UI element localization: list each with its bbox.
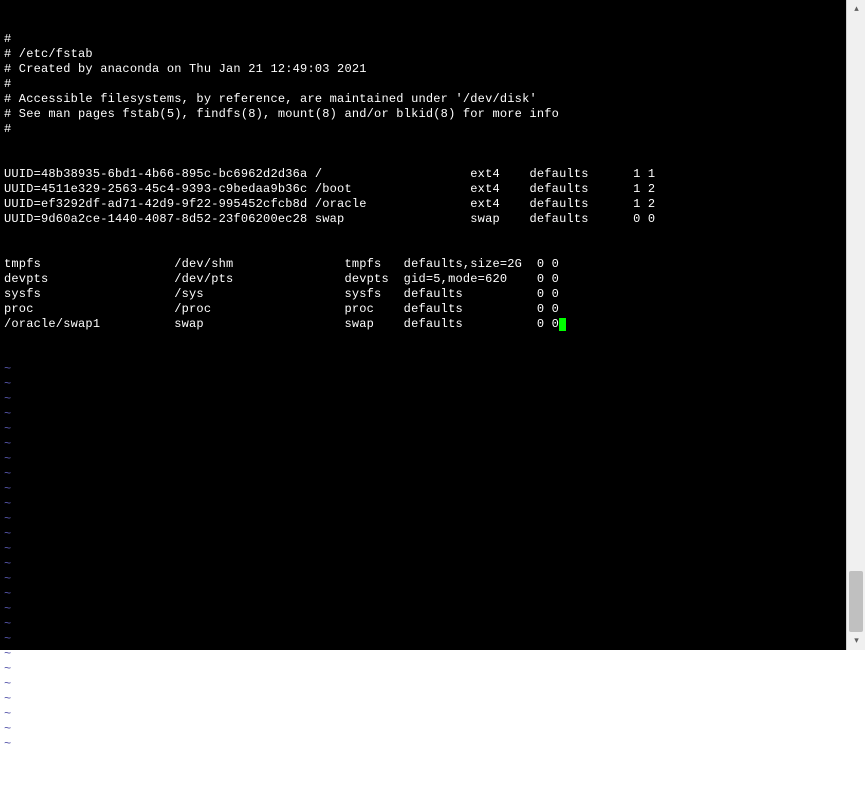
comment-line: # (4, 32, 842, 47)
scroll-thumb[interactable] (849, 571, 863, 632)
tilde-line: ~ (4, 632, 842, 647)
fstab-entry: tmpfs /dev/shm tmpfs defaults,size=2G 0 … (4, 257, 842, 272)
scroll-up-arrow[interactable]: ▴ (847, 0, 865, 18)
tilde-line: ~ (4, 467, 842, 482)
fstab-entry: UUID=ef3292df-ad71-42d9-9f22-995452cfcb8… (4, 197, 842, 212)
comment-line: # Created by anaconda on Thu Jan 21 12:4… (4, 62, 842, 77)
scroll-track[interactable] (847, 18, 865, 632)
tilde-line: ~ (4, 392, 842, 407)
fstab-uuid-entries: UUID=48b38935-6bd1-4b66-895c-bc6962d2d36… (4, 167, 842, 227)
tilde-line: ~ (4, 452, 842, 467)
tilde-line: ~ (4, 377, 842, 392)
tilde-line: ~ (4, 527, 842, 542)
vertical-scrollbar[interactable]: ▴ ▾ (846, 0, 865, 650)
tilde-line: ~ (4, 437, 842, 452)
tilde-line: ~ (4, 512, 842, 527)
cursor (559, 318, 566, 331)
tilde-line: ~ (4, 572, 842, 587)
tilde-line: ~ (4, 677, 842, 692)
tilde-line: ~ (4, 602, 842, 617)
tilde-line: ~ (4, 707, 842, 722)
vim-mode-line: -- INSERT -- (4, 782, 842, 797)
tilde-line: ~ (4, 587, 842, 602)
fstab-pseudo-entries: tmpfs /dev/shm tmpfs defaults,size=2G 0 … (4, 257, 842, 332)
scroll-down-arrow[interactable]: ▾ (847, 632, 865, 650)
comment-line: # Accessible filesystems, by reference, … (4, 92, 842, 107)
tilde-line: ~ (4, 497, 842, 512)
terminal-editor[interactable]: ## /etc/fstab# Created by anaconda on Th… (0, 0, 846, 650)
fstab-entry: UUID=9d60a2ce-1440-4087-8d52-23f06200ec2… (4, 212, 842, 227)
tilde-line: ~ (4, 737, 842, 752)
fstab-entry: /oracle/swap1 swap swap defaults 0 0 (4, 317, 842, 332)
tilde-line: ~ (4, 422, 842, 437)
fstab-entry: UUID=48b38935-6bd1-4b66-895c-bc6962d2d36… (4, 167, 842, 182)
tilde-line: ~ (4, 362, 842, 377)
tilde-line: ~ (4, 692, 842, 707)
tilde-line: ~ (4, 662, 842, 677)
tilde-line: ~ (4, 557, 842, 572)
fstab-entry: UUID=4511e329-2563-45c4-9393-c9bedaa9b36… (4, 182, 842, 197)
fstab-entry: sysfs /sys sysfs defaults 0 0 (4, 287, 842, 302)
tilde-line: ~ (4, 542, 842, 557)
fstab-entry: devpts /dev/pts devpts gid=5,mode=620 0 … (4, 272, 842, 287)
comment-line: # (4, 77, 842, 92)
comment-line: # See man pages fstab(5), findfs(8), mou… (4, 107, 842, 122)
fstab-comments: ## /etc/fstab# Created by anaconda on Th… (4, 32, 842, 137)
fstab-entry: proc /proc proc defaults 0 0 (4, 302, 842, 317)
tilde-line: ~ (4, 617, 842, 632)
tilde-line: ~ (4, 722, 842, 737)
tilde-line: ~ (4, 482, 842, 497)
tilde-line: ~ (4, 647, 842, 662)
comment-line: # /etc/fstab (4, 47, 842, 62)
comment-line: # (4, 122, 842, 137)
tilde-line: ~ (4, 407, 842, 422)
empty-lines: ~~~~~~~~~~~~~~~~~~~~~~~~~~ (4, 362, 842, 752)
